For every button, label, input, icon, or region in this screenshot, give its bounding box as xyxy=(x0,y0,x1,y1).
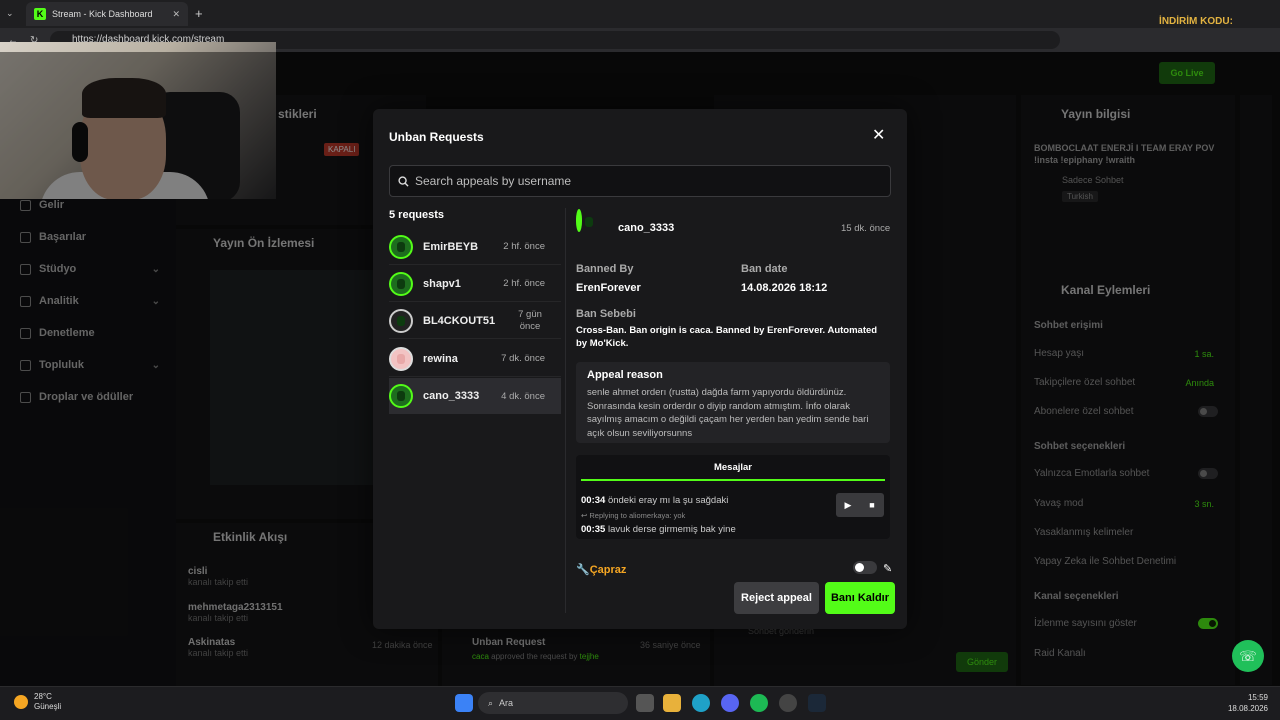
detail-time: 15 dk. önce xyxy=(841,223,891,234)
request-time: 2 hf. önce xyxy=(503,241,545,252)
ban-date-label: Ban date xyxy=(741,263,788,275)
sun-icon xyxy=(14,695,28,709)
request-username: shapv1 xyxy=(423,277,461,290)
request-username: rewina xyxy=(423,352,458,365)
avatar xyxy=(389,271,413,296)
taskbar-clock[interactable]: 15:59 18.08.2026 xyxy=(1222,692,1268,714)
request-username: BL4CKOUT51 xyxy=(423,314,496,327)
ban-reason-label: Ban Sebebi xyxy=(576,308,636,320)
request-item[interactable]: rewina 7 dk. önce xyxy=(389,341,561,377)
tab-list-icon[interactable]: ⌄ xyxy=(6,8,14,19)
modal-title: Unban Requests xyxy=(389,130,484,144)
avatar xyxy=(389,384,413,408)
request-count: 5 requests xyxy=(389,209,445,221)
appeal-reason-text: senle ahmet orderı (rustta) dağda farm y… xyxy=(587,387,869,439)
appeal-reason-box: Appeal reason senle ahmet orderı (rustta… xyxy=(576,362,890,443)
kick-logo-icon: K xyxy=(34,8,46,20)
reply-hint: ↩ Replying to aliomerkaya: yok xyxy=(581,511,686,520)
request-username: cano_3333 xyxy=(423,390,480,402)
request-time: 7 dk. önce xyxy=(501,353,545,364)
task-view-icon[interactable] xyxy=(636,694,654,712)
message-tools: ▶ ■ xyxy=(836,493,884,517)
chat-message: 00:34 öndeki eray mı la şu sağdaki xyxy=(581,495,729,506)
banned-by-label: Banned By xyxy=(576,263,634,275)
new-tab-icon[interactable]: + xyxy=(195,6,203,21)
browser-tab-title: Stream - Kick Dashboard xyxy=(52,9,153,19)
modal-divider xyxy=(565,208,566,613)
request-item[interactable]: shapv1 2 hf. önce xyxy=(389,266,561,302)
search-input[interactable] xyxy=(415,174,875,188)
tab-messages[interactable]: Mesajlar xyxy=(581,462,885,481)
file-explorer-icon[interactable] xyxy=(663,694,681,712)
app-icon[interactable] xyxy=(779,694,797,712)
browser-tab-bar xyxy=(0,0,1280,28)
taskbar-search[interactable]: ⌕ Ara xyxy=(478,692,628,714)
search-icon: ⌕ xyxy=(488,697,494,708)
ban-date-value: 14.08.2026 18:12 xyxy=(741,282,828,294)
request-item[interactable]: BL4CKOUT51 7 gün önce xyxy=(389,303,561,339)
cross-ban-label: 🔧Çapraz xyxy=(576,564,627,576)
search-icon xyxy=(398,175,409,187)
appeal-reason-title: Appeal reason xyxy=(587,369,663,381)
edge-icon[interactable] xyxy=(692,694,710,712)
spotify-icon[interactable] xyxy=(750,694,768,712)
close-tab-icon[interactable]: ✕ xyxy=(172,9,180,20)
copy-icon[interactable]: ■ xyxy=(860,493,884,517)
request-item[interactable]: EmirBEYB 2 hf. önce xyxy=(389,229,561,265)
play-icon[interactable]: ▶ xyxy=(836,493,860,517)
search-box xyxy=(389,165,891,197)
unban-button[interactable]: Banı Kaldır xyxy=(825,582,895,614)
request-item-selected[interactable]: cano_3333 4 dk. önce xyxy=(389,378,561,414)
reject-appeal-button[interactable]: Reject appeal xyxy=(734,582,819,614)
support-chat-icon[interactable]: ☏ xyxy=(1232,640,1264,672)
edit-icon[interactable]: ✎ xyxy=(883,562,892,575)
cross-ban-toggle[interactable] xyxy=(853,561,877,574)
browser-tab[interactable]: K Stream - Kick Dashboard ✕ xyxy=(26,2,188,26)
request-time: 2 hf. önce xyxy=(503,278,545,289)
detail-username: cano_3333 xyxy=(618,222,675,234)
request-time: 7 gün önce xyxy=(518,308,542,332)
banned-by-value: ErenForever xyxy=(576,282,641,294)
detail-avatar xyxy=(576,209,582,232)
avatar xyxy=(389,234,413,259)
chat-message: 00:35 lavuk derse girmemiş bak yine xyxy=(581,524,736,535)
discord-icon[interactable] xyxy=(721,694,739,712)
steam-icon[interactable] xyxy=(808,694,826,712)
avatar xyxy=(389,346,413,371)
request-time: 4 dk. önce xyxy=(501,390,545,402)
wrench-icon: 🔧 xyxy=(576,564,590,576)
request-username: EmirBEYB xyxy=(423,240,479,253)
avatar xyxy=(389,308,413,333)
weather-widget[interactable]: 28°C Güneşli xyxy=(14,692,61,712)
close-icon[interactable]: ✕ xyxy=(872,128,886,144)
ban-reason-text: Cross-Ban. Ban origin is caca. Banned by… xyxy=(576,325,878,349)
windows-start-icon[interactable] xyxy=(455,694,473,712)
